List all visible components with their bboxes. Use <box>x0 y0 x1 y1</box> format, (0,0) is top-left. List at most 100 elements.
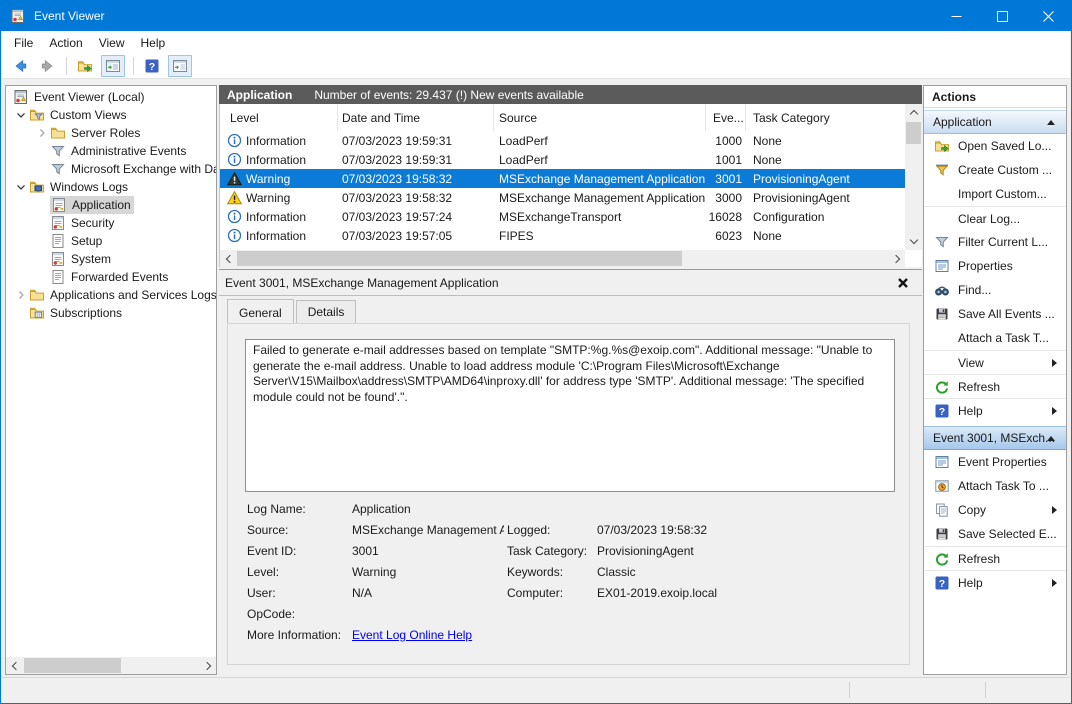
scroll-left-arrow[interactable] <box>220 250 237 267</box>
scrollbar-thumb[interactable] <box>906 122 921 144</box>
action-find[interactable]: Find... <box>924 278 1066 302</box>
scroll-right-arrow[interactable] <box>199 657 216 674</box>
tree-selection-highlight: Application <box>50 196 134 214</box>
task-category-value: ProvisioningAgent <box>597 544 694 558</box>
help-icon <box>144 58 160 74</box>
action-pane-icon <box>172 58 188 74</box>
tab-general[interactable]: General <box>227 299 294 325</box>
event-log-online-help-link[interactable]: Event Log Online Help <box>352 628 472 642</box>
tree-item-microsoft-exchange[interactable]: Microsoft Exchange with Da <box>6 160 216 178</box>
title-bar: Event Viewer <box>1 1 1071 31</box>
action-copy-submenu[interactable]: Copy <box>924 498 1066 522</box>
event-list-horizontal-scrollbar[interactable] <box>220 250 905 267</box>
column-event-id[interactable]: Eve... <box>706 104 746 131</box>
expander-closed-icon[interactable] <box>12 287 29 303</box>
column-headers: Level Date and Time Source Eve... Task C… <box>220 104 905 131</box>
menu-bar: File Action View Help <box>2 31 1070 54</box>
action-refresh-event[interactable]: Refresh <box>924 546 1066 570</box>
status-bar <box>2 677 1070 702</box>
maximize-button[interactable] <box>979 1 1025 31</box>
event-row[interactable]: Warning 07/03/2023 19:58:32 MSExchange M… <box>220 188 905 207</box>
tree-item-windows-logs[interactable]: Windows Logs <box>6 178 216 196</box>
event-row[interactable]: Information 07/03/2023 19:57:24 MSExchan… <box>220 207 905 226</box>
action-attach-task-to-event[interactable]: Attach Task To ... <box>924 474 1066 498</box>
logged-label: Logged: <box>507 523 550 537</box>
column-task-category[interactable]: Task Category <box>746 104 905 131</box>
scroll-up-arrow[interactable] <box>905 104 922 121</box>
open-saved-log-button[interactable] <box>75 56 95 76</box>
menu-view[interactable]: View <box>91 31 133 54</box>
event-viewer-window: Event Viewer File Action View Help <box>0 0 1072 704</box>
menu-file[interactable]: File <box>2 31 41 54</box>
scrollbar-thumb[interactable] <box>24 658 121 673</box>
action-properties[interactable]: Properties <box>924 254 1066 278</box>
tree-item-security[interactable]: Security <box>6 214 216 232</box>
action-help-event-submenu[interactable]: Help <box>924 570 1066 594</box>
action-open-saved-log[interactable]: Open Saved Lo... <box>924 134 1066 158</box>
help-icon <box>934 403 950 419</box>
help-button[interactable] <box>142 56 162 76</box>
forward-button[interactable] <box>38 56 58 76</box>
console-tree-icon <box>105 58 121 74</box>
tree-item-system[interactable]: System <box>6 250 216 268</box>
action-refresh[interactable]: Refresh <box>924 374 1066 398</box>
action-event-properties[interactable]: Event Properties <box>924 450 1066 474</box>
details-close-icon[interactable] <box>897 277 909 289</box>
tree-item-custom-views[interactable]: Custom Views <box>6 106 216 124</box>
action-import-custom-view[interactable]: Import Custom... <box>924 182 1066 206</box>
tab-details[interactable]: Details <box>296 300 357 324</box>
scroll-left-arrow[interactable] <box>6 657 23 674</box>
minimize-button[interactable] <box>933 1 979 31</box>
event-description[interactable]: Failed to generate e-mail addresses base… <box>245 339 895 492</box>
event-row-selected[interactable]: Warning 07/03/2023 19:58:32 MSExchange M… <box>220 169 905 188</box>
column-source[interactable]: Source <box>494 104 706 131</box>
log-status: Number of events: 29.437 (!) New events … <box>314 88 583 102</box>
submenu-arrow-icon <box>1052 579 1057 587</box>
action-clear-log[interactable]: Clear Log... <box>924 206 1066 230</box>
expander-closed-icon[interactable] <box>33 125 50 141</box>
submenu-arrow-icon <box>1052 506 1057 514</box>
event-row[interactable]: Information 07/03/2023 19:59:31 LoadPerf… <box>220 131 905 150</box>
tree-item-subscriptions[interactable]: Subscriptions <box>6 304 216 322</box>
tree-item-application[interactable]: Application <box>6 196 216 214</box>
actions-section-application[interactable]: Application <box>924 110 1066 134</box>
expander-open-icon[interactable] <box>12 179 29 195</box>
tree-horizontal-scrollbar[interactable] <box>6 657 216 674</box>
scroll-right-arrow[interactable] <box>888 250 905 267</box>
action-help-submenu[interactable]: Help <box>924 398 1066 422</box>
collapse-arrow-icon[interactable] <box>1047 120 1055 125</box>
tree-item-applications-services-logs[interactable]: Applications and Services Logs <box>6 286 216 304</box>
toggle-console-tree-button[interactable] <box>101 55 125 77</box>
collapse-arrow-icon[interactable] <box>1047 436 1055 441</box>
tree-item-forwarded-events[interactable]: Forwarded Events <box>6 268 216 286</box>
close-button[interactable] <box>1025 1 1071 31</box>
minimize-icon <box>951 11 962 22</box>
actions-section-event-3001[interactable]: Event 3001, MSExch... <box>924 426 1066 450</box>
event-row[interactable]: Information 07/03/2023 19:59:31 LoadPerf… <box>220 150 905 169</box>
toggle-action-pane-button[interactable] <box>168 55 192 77</box>
menu-help[interactable]: Help <box>133 31 174 54</box>
tree-item-server-roles[interactable]: Server Roles <box>6 124 216 142</box>
event-list-vertical-scrollbar[interactable] <box>905 104 922 250</box>
open-folder-icon <box>77 58 93 74</box>
column-level[interactable]: Level <box>220 104 338 131</box>
console-tree-panel: Event Viewer (Local) Custom Views Server… <box>5 85 217 675</box>
menu-action[interactable]: Action <box>41 31 90 54</box>
action-view-submenu[interactable]: View <box>924 350 1066 374</box>
maximize-icon <box>997 11 1008 22</box>
action-filter-current-log[interactable]: Filter Current L... <box>924 230 1066 254</box>
tree-item-administrative-events[interactable]: Administrative Events <box>6 142 216 160</box>
action-attach-task[interactable]: Attach a Task T... <box>924 326 1066 350</box>
scrollbar-thumb[interactable] <box>237 251 682 266</box>
tree-item-setup[interactable]: Setup <box>6 232 216 250</box>
log-header-bar: Application Number of events: 29.437 (!)… <box>219 85 922 104</box>
expander-open-icon[interactable] <box>12 107 29 123</box>
action-save-all-events[interactable]: Save All Events ... <box>924 302 1066 326</box>
action-save-selected-events[interactable]: Save Selected E... <box>924 522 1066 546</box>
back-button[interactable] <box>10 56 30 76</box>
column-date-time[interactable]: Date and Time <box>338 104 494 131</box>
scroll-down-arrow[interactable] <box>905 233 922 250</box>
event-row[interactable]: Information 07/03/2023 19:57:05 FIPES 60… <box>220 226 905 245</box>
tree-item-event-viewer-local[interactable]: Event Viewer (Local) <box>6 88 216 106</box>
action-create-custom-view[interactable]: Create Custom ... <box>924 158 1066 182</box>
